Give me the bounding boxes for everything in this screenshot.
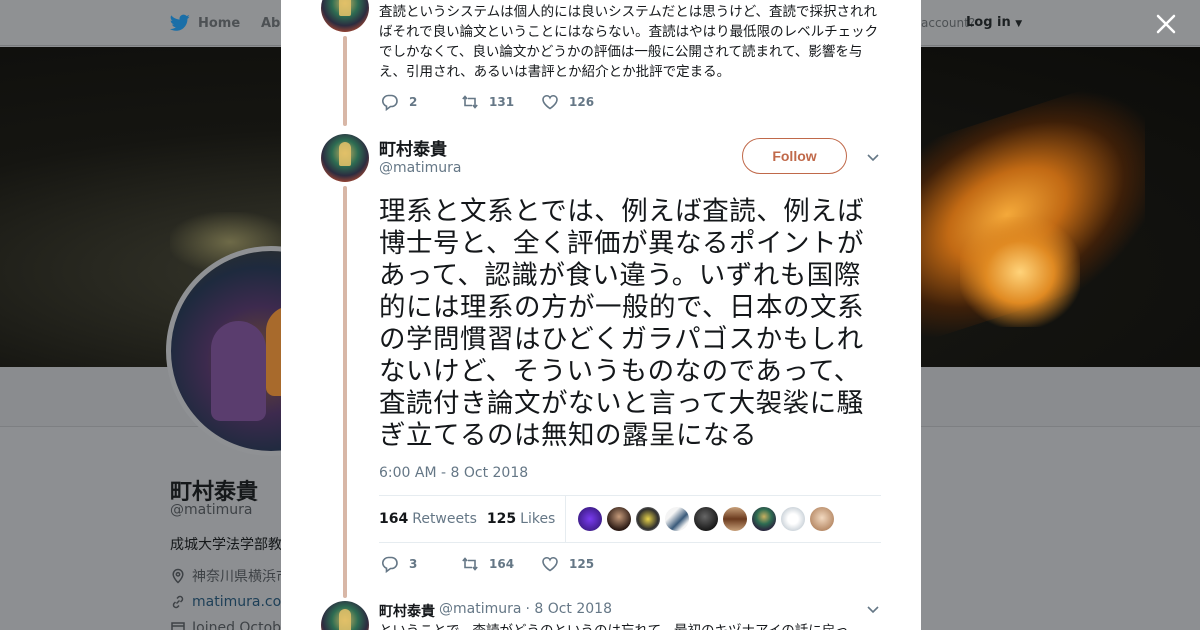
like-button[interactable]: 126 [541,93,621,111]
retweet-count: 131 [489,95,515,109]
heart-icon [542,556,558,572]
chevron-down-icon[interactable] [865,149,881,165]
calendar-icon [171,622,185,630]
next-tweet-header: 町村泰貴 @matimura · 8 Oct 2018 [379,601,612,621]
profile-handle[interactable]: @matimura [170,502,252,518]
liker-avatar[interactable] [607,507,632,531]
retweet-icon [462,95,478,109]
like-count: 125 [569,557,595,571]
likes-stat-count: 125 [486,511,517,527]
likes-stat-label: Likes [520,511,556,527]
reply-button[interactable]: 2 [381,93,461,111]
liker-avatar[interactable] [810,507,835,531]
profile-joined-text: Joined Octob [192,620,282,630]
profile-location: 神奈川県横浜市 [170,566,290,586]
liker-avatar[interactable] [636,507,661,531]
retweet-count: 164 [489,557,515,571]
retweet-button[interactable]: 164 [461,555,541,573]
like-count: 126 [569,95,595,109]
login-button[interactable]: Log in ▼ [966,15,1022,30]
tweet-date[interactable]: · 8 Oct 2018 [525,601,612,621]
twitter-bird-icon [170,14,190,31]
profile-location-text: 神奈川県横浜市 [192,569,290,585]
tweet-author-name[interactable]: 町村泰貴 [379,601,435,621]
main-tweet-actions: 3 164 125 [381,555,621,573]
stats-divider [565,495,567,543]
tweet-stats: 164 Retweets 125 Likes [379,495,881,543]
nav-home-link[interactable]: Home [170,14,240,32]
liker-avatar[interactable] [578,507,603,531]
heart-icon [542,94,558,110]
tweet-modal: 査読というシステムは個人的には良いシステムだとは思うけど、査読で採択されればそれ… [281,0,921,630]
retweets-stat[interactable]: 164 Retweets [379,511,477,527]
reply-count: 3 [409,557,418,571]
profile-bio: 成城大学法学部教 [170,537,282,553]
chevron-down-icon[interactable] [865,601,881,617]
reply-icon [381,94,398,111]
avatar[interactable] [321,134,369,182]
tweet-author-name[interactable]: 町村泰貴 [379,135,447,160]
liker-avatar[interactable] [665,507,690,531]
avatar[interactable] [321,0,369,32]
liker-avatar[interactable] [781,507,806,531]
main-tweet-text: 理系と文系とでは、例えば査読、例えば博士号と、全く評価が異なるポイントがあって、… [379,196,865,451]
tweet-author-handle[interactable]: @matimura [439,601,521,621]
retweet-button[interactable]: 131 [461,93,541,111]
link-icon [172,595,184,609]
previous-tweet-actions: 2 131 126 [381,93,621,111]
reply-button[interactable]: 3 [381,555,461,573]
retweets-stat-count: 164 [379,511,409,527]
retweets-stat-label: Retweets [412,511,477,527]
next-tweet-text: ということで、査読がどうのというのは忘れて、最初のキヅナアイの話に戻っ [379,621,879,630]
reply-count: 2 [409,95,418,109]
liker-avatar[interactable] [723,507,748,531]
avatar[interactable] [321,601,369,630]
nav-home-label: Home [198,15,241,31]
like-button[interactable]: 125 [541,555,621,573]
liker-avatar[interactable] [752,507,777,531]
tweet-author-handle[interactable]: @matimura [379,160,461,176]
thread-connector [343,36,347,126]
retweet-icon [462,557,478,571]
likes-stat[interactable]: 125 Likes [487,511,555,527]
thread-connector [343,186,347,598]
reply-icon [381,556,398,573]
profile-joined: Joined Octob [170,620,281,630]
location-pin-icon [172,568,184,584]
follow-button[interactable]: Follow [742,138,847,174]
liker-avatar[interactable] [694,507,719,531]
previous-tweet-text: 査読というシステムは個人的には良いシステムだとは思うけど、査読で採択されればそれ… [379,4,879,80]
close-icon[interactable] [1152,10,1180,38]
profile-url[interactable]: matimura.cocc [170,594,297,610]
login-label: Log in [966,15,1011,30]
tweet-timestamp[interactable]: 6:00 AM - 8 Oct 2018 [379,465,528,481]
caret-down-icon: ▼ [1015,19,1023,29]
